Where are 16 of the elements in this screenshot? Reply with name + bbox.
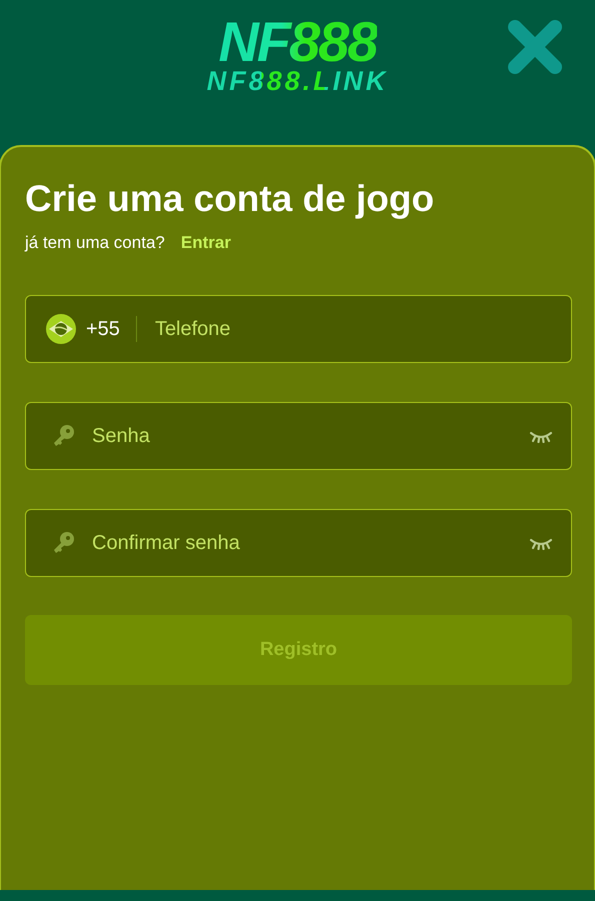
password-input[interactable]: Confirmar senha xyxy=(90,530,515,556)
password-field[interactable]: Confirmar senha xyxy=(25,509,572,577)
phone-input[interactable]: Telefone xyxy=(152,316,553,342)
flag-icon[interactable] xyxy=(46,314,76,344)
login-prompt: já tem uma conta? xyxy=(25,233,165,253)
phone-field[interactable]: +55 Telefone xyxy=(25,295,572,363)
closed-eye-icon[interactable] xyxy=(529,429,553,443)
key-icon xyxy=(52,531,76,555)
form-title: Crie uma conta de jogo xyxy=(25,177,436,221)
login-link[interactable]: Entrar xyxy=(180,233,231,253)
closed-eye-icon[interactable] xyxy=(529,536,553,550)
country-code[interactable]: +55 xyxy=(86,318,120,340)
password-input[interactable]: Senha xyxy=(90,424,515,448)
close-icon[interactable] xyxy=(506,18,564,76)
key-icon xyxy=(52,424,76,448)
password-field[interactable]: Senha xyxy=(25,402,572,470)
